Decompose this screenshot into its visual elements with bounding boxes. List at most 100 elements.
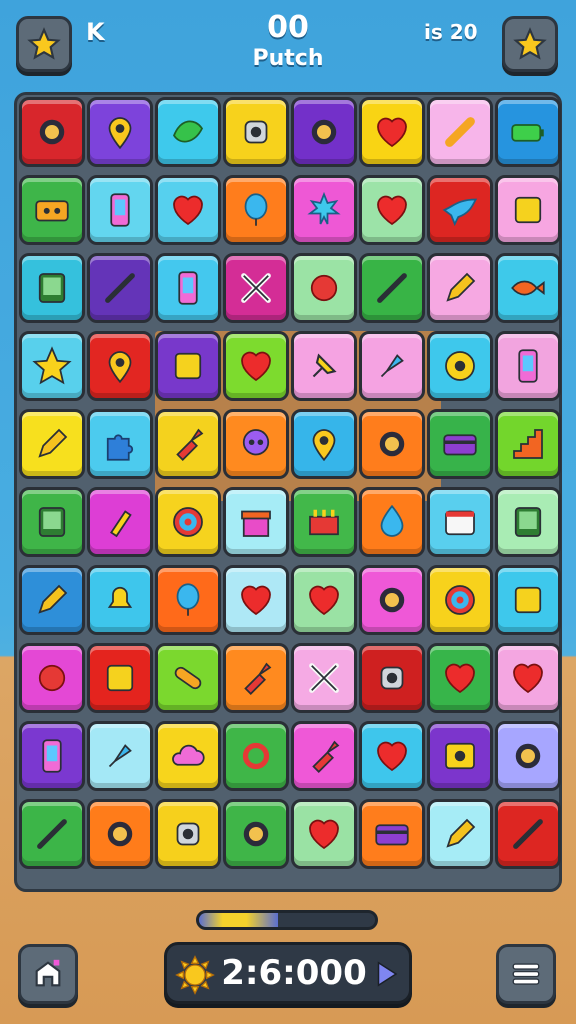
tile[interactable]	[87, 97, 153, 167]
tile[interactable]	[155, 721, 221, 791]
tile[interactable]	[19, 643, 85, 713]
tile[interactable]	[427, 409, 493, 479]
pencil-icon	[446, 818, 476, 848]
tile[interactable]	[87, 409, 153, 479]
tile[interactable]	[155, 799, 221, 869]
tile[interactable]	[87, 175, 153, 245]
menu-button[interactable]	[496, 944, 556, 1004]
tile[interactable]	[19, 97, 85, 167]
tile[interactable]	[495, 487, 561, 557]
ball-icon	[310, 274, 338, 302]
tile[interactable]	[427, 643, 493, 713]
tile[interactable]	[359, 799, 425, 869]
top-bar: K 00 Putch is 20	[0, 0, 576, 90]
tile[interactable]	[155, 643, 221, 713]
tile[interactable]	[495, 565, 561, 635]
tile[interactable]	[291, 487, 357, 557]
tile[interactable]	[19, 487, 85, 557]
tile[interactable]	[495, 253, 561, 323]
fish-icon	[511, 280, 545, 296]
tile[interactable]	[87, 331, 153, 401]
tile[interactable]	[495, 97, 561, 167]
wheel-icon	[445, 351, 475, 381]
tile[interactable]	[87, 643, 153, 713]
home-button[interactable]	[18, 944, 78, 1004]
tile[interactable]	[427, 253, 493, 323]
tile[interactable]	[291, 97, 357, 167]
tile[interactable]	[223, 643, 289, 713]
tile[interactable]	[223, 97, 289, 167]
tile[interactable]	[495, 721, 561, 791]
tile[interactable]	[223, 409, 289, 479]
tile[interactable]	[291, 175, 357, 245]
tile[interactable]	[291, 331, 357, 401]
tile[interactable]	[87, 487, 153, 557]
tile[interactable]	[495, 643, 561, 713]
play-icon[interactable]	[371, 959, 401, 989]
tile[interactable]	[359, 721, 425, 791]
tile[interactable]	[359, 97, 425, 167]
game-title: Putch	[252, 46, 324, 71]
tile[interactable]	[291, 721, 357, 791]
tile[interactable]	[427, 799, 493, 869]
tile[interactable]	[427, 97, 493, 167]
tile[interactable]	[223, 331, 289, 401]
tile[interactable]	[87, 799, 153, 869]
tile[interactable]	[359, 331, 425, 401]
tile[interactable]	[359, 409, 425, 479]
tile[interactable]	[495, 409, 561, 479]
tile[interactable]	[291, 643, 357, 713]
tile[interactable]	[155, 487, 221, 557]
tile[interactable]	[359, 253, 425, 323]
tile[interactable]	[495, 799, 561, 869]
tile[interactable]	[495, 331, 561, 401]
tile[interactable]	[359, 565, 425, 635]
target-icon	[445, 585, 475, 615]
rocket-icon	[108, 744, 132, 768]
tile[interactable]	[223, 175, 289, 245]
tile[interactable]	[291, 565, 357, 635]
tile[interactable]	[223, 253, 289, 323]
tile[interactable]	[223, 721, 289, 791]
tile[interactable]	[223, 565, 289, 635]
tile[interactable]	[19, 721, 85, 791]
tile[interactable]	[223, 799, 289, 869]
tile[interactable]	[155, 331, 221, 401]
tile[interactable]	[155, 565, 221, 635]
tile[interactable]	[359, 643, 425, 713]
tile[interactable]	[19, 175, 85, 245]
tile[interactable]	[87, 253, 153, 323]
tile[interactable]	[155, 97, 221, 167]
tile[interactable]	[291, 799, 357, 869]
tile[interactable]	[427, 721, 493, 791]
cross-icon	[309, 663, 339, 693]
tile[interactable]	[19, 253, 85, 323]
tile[interactable]	[427, 487, 493, 557]
tile[interactable]	[495, 175, 561, 245]
tile[interactable]	[155, 253, 221, 323]
tile[interactable]	[359, 487, 425, 557]
tile[interactable]	[291, 409, 357, 479]
cross-icon	[241, 273, 271, 303]
tile[interactable]	[427, 175, 493, 245]
tile[interactable]	[19, 331, 85, 401]
tile[interactable]	[359, 175, 425, 245]
star-button-right[interactable]	[502, 16, 558, 72]
star-button-left[interactable]	[16, 16, 72, 72]
tile[interactable]	[427, 331, 493, 401]
cassette-icon	[35, 200, 69, 222]
score-display: 00	[267, 10, 309, 45]
tile[interactable]	[19, 409, 85, 479]
tile[interactable]	[87, 565, 153, 635]
tile[interactable]	[155, 175, 221, 245]
tile[interactable]	[155, 409, 221, 479]
bone-icon	[445, 117, 475, 147]
tile[interactable]	[19, 565, 85, 635]
tile[interactable]	[223, 487, 289, 557]
tile[interactable]	[427, 565, 493, 635]
maple-icon	[307, 191, 341, 225]
tile[interactable]	[291, 253, 357, 323]
tile[interactable]	[19, 799, 85, 869]
tile[interactable]	[87, 721, 153, 791]
gear-icon	[243, 821, 269, 847]
